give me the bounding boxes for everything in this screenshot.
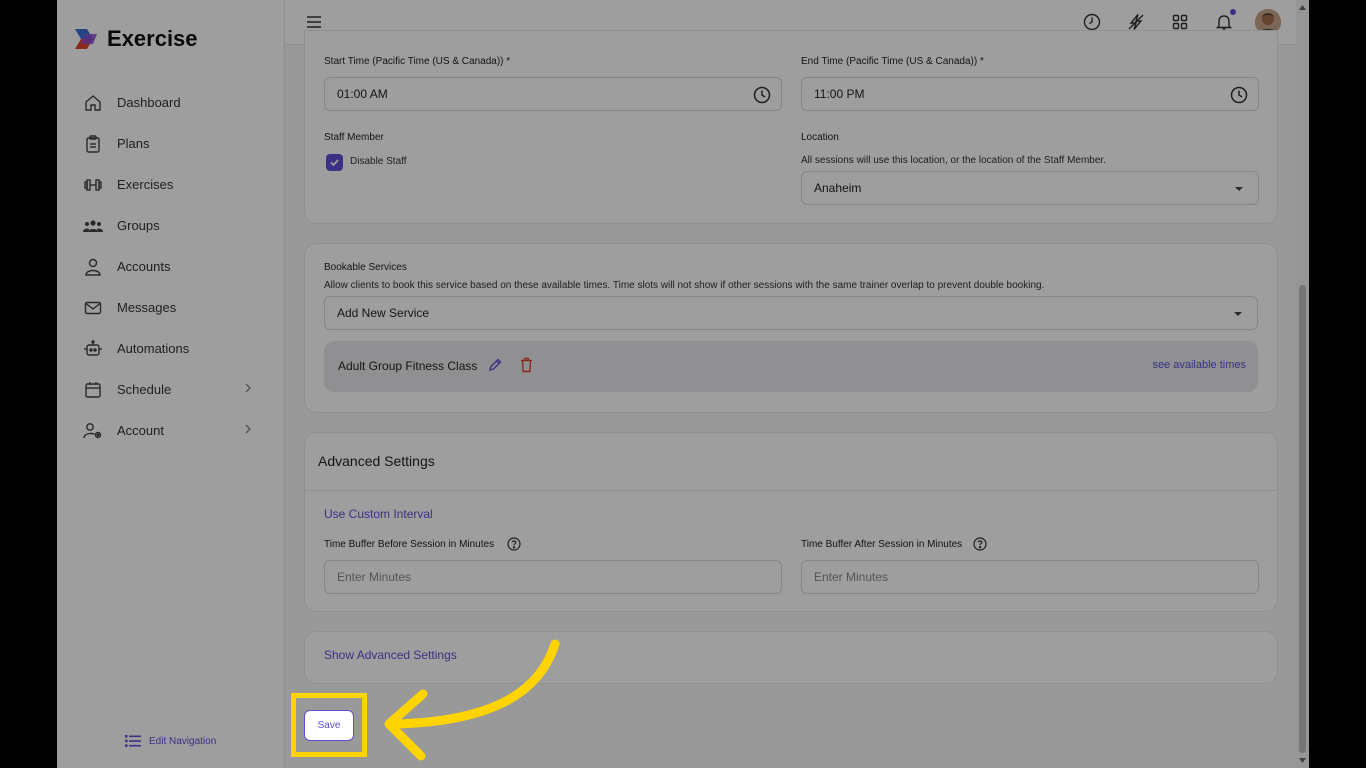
notification-dot xyxy=(1230,9,1236,15)
service-name: Adult Group Fitness Class xyxy=(338,359,478,373)
help-icon[interactable] xyxy=(973,537,987,551)
home-icon xyxy=(83,93,103,113)
check-icon xyxy=(330,159,339,167)
sidebar-item-exercises[interactable]: Exercises xyxy=(57,164,285,205)
sidebar-item-messages[interactable]: Messages xyxy=(57,287,285,328)
hamburger-menu-icon[interactable] xyxy=(305,13,323,31)
buffer-before-label: Time Buffer Before Session in Minutes xyxy=(324,539,495,550)
chevron-right-icon xyxy=(245,424,251,434)
bookable-services-title: Bookable Services xyxy=(324,262,407,273)
sidebar-item-label: Plans xyxy=(117,136,150,151)
advanced-settings-title: Advanced Settings xyxy=(318,453,435,469)
end-time-field[interactable]: 11:00 PM xyxy=(801,77,1259,111)
dumbbell-icon xyxy=(83,175,103,195)
caret-down-icon xyxy=(1234,312,1242,316)
brand[interactable]: Exercise xyxy=(73,26,198,52)
start-time-label: Start Time (Pacific Time (US & Canada)) … xyxy=(324,56,511,67)
caret-down-icon xyxy=(1235,187,1243,191)
sidebar-item-schedule[interactable]: Schedule xyxy=(57,369,285,410)
sidebar-item-label: Schedule xyxy=(117,382,172,397)
buffer-before-placeholder: Enter Minutes xyxy=(337,570,412,584)
use-custom-interval-link[interactable]: Use Custom Interval xyxy=(324,507,433,521)
edit-navigation-label: Edit Navigation xyxy=(149,735,217,747)
sidebar-item-label: Accounts xyxy=(117,259,171,274)
add-service-select[interactable]: Add New Service xyxy=(324,296,1258,330)
sidebar-item-label: Exercises xyxy=(117,177,174,192)
sidebar-item-label: Groups xyxy=(117,218,160,233)
sidebar-item-label: Messages xyxy=(117,300,177,315)
buffer-after-input[interactable]: Enter Minutes xyxy=(801,560,1259,594)
brand-name: Exercise xyxy=(107,26,198,51)
end-time-value: 11:00 PM xyxy=(814,87,865,101)
edit-navigation-link[interactable]: Edit Navigation xyxy=(125,734,216,748)
brand-logo-icon xyxy=(75,29,97,49)
show-advanced-settings-link[interactable]: Show Advanced Settings xyxy=(324,648,457,662)
disable-staff-label: Disable Staff xyxy=(350,156,407,167)
sidebar-item-automations[interactable]: Automations xyxy=(57,328,285,369)
location-value: Anaheim xyxy=(814,181,862,195)
start-time-field[interactable]: 01:00 AM xyxy=(324,77,782,111)
clipboard-icon xyxy=(83,134,103,154)
show-advanced-card: Show Advanced Settings xyxy=(304,631,1278,684)
sidebar-item-label: Account xyxy=(117,423,164,438)
service-row: Adult Group Fitness Class see available … xyxy=(324,341,1258,392)
sidebar: Exercise Dashboard Plans Exercises Group… xyxy=(57,0,285,768)
bookable-services-card: Bookable Services Allow clients to book … xyxy=(304,243,1278,413)
sidebar-nav: Dashboard Plans Exercises Groups Account… xyxy=(57,82,285,451)
sidebar-item-dashboard[interactable]: Dashboard xyxy=(57,82,285,123)
help-icon[interactable] xyxy=(507,537,521,551)
sidebar-item-groups[interactable]: Groups xyxy=(57,205,285,246)
app-window: Exercise Dashboard Plans Exercises Group… xyxy=(57,0,1309,768)
scroll-down-arrow-icon[interactable] xyxy=(1298,756,1307,765)
bookable-services-help: Allow clients to book this service based… xyxy=(324,280,1045,291)
location-label: Location xyxy=(801,132,839,143)
advanced-settings-card: Advanced Settings Use Custom Interval Ti… xyxy=(304,432,1278,612)
see-available-times-link[interactable]: see available times xyxy=(1152,359,1246,371)
start-time-value: 01:00 AM xyxy=(337,87,388,101)
staff-member-label: Staff Member xyxy=(324,132,384,143)
sidebar-item-label: Automations xyxy=(117,341,190,356)
disable-staff-checkbox[interactable] xyxy=(326,154,343,171)
clock-icon xyxy=(1230,86,1248,104)
scrollbar-thumb[interactable] xyxy=(1299,285,1306,753)
sidebar-item-account[interactable]: Account xyxy=(57,410,285,451)
user-gear-icon xyxy=(83,421,103,441)
users-icon xyxy=(83,216,103,236)
location-select[interactable]: Anaheim xyxy=(801,171,1259,205)
buffer-before-input[interactable]: Enter Minutes xyxy=(324,560,782,594)
scroll-up-arrow-icon[interactable] xyxy=(1298,3,1307,12)
trash-icon[interactable] xyxy=(519,357,534,373)
clock-icon xyxy=(753,86,771,104)
buffer-after-placeholder: Enter Minutes xyxy=(814,570,889,584)
chevron-right-icon xyxy=(245,383,251,393)
divider xyxy=(305,490,1277,491)
add-service-placeholder: Add New Service xyxy=(337,306,430,320)
buffer-after-label: Time Buffer After Session in Minutes xyxy=(801,539,963,550)
location-help: All sessions will use this location, or … xyxy=(801,155,1106,166)
user-icon xyxy=(83,257,103,277)
pencil-icon[interactable] xyxy=(487,357,503,373)
end-time-label: End Time (Pacific Time (US & Canada)) * xyxy=(801,56,984,67)
robot-icon xyxy=(83,339,103,359)
scrollbar[interactable] xyxy=(1296,0,1309,768)
save-button[interactable]: Save xyxy=(304,710,354,741)
time-settings-card: Start Time (Pacific Time (US & Canada)) … xyxy=(304,30,1278,224)
calendar-icon xyxy=(83,380,103,400)
sidebar-item-label: Dashboard xyxy=(117,95,181,110)
sidebar-item-plans[interactable]: Plans xyxy=(57,123,285,164)
sidebar-item-accounts[interactable]: Accounts xyxy=(57,246,285,287)
list-icon xyxy=(125,735,141,747)
mail-icon xyxy=(83,298,103,318)
